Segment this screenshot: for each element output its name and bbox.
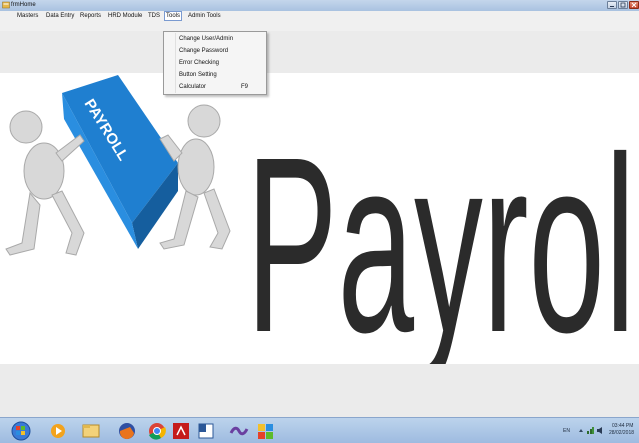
close-button[interactable] (629, 1, 639, 9)
menu-hrd-module[interactable]: HRD Module (107, 11, 143, 21)
menu-item-change-user-admin[interactable]: Change User/Admin (179, 33, 233, 45)
calculator-shortcut: F9 (241, 84, 249, 90)
clock-time[interactable]: 03:44 PM (612, 423, 633, 429)
menu-tds[interactable]: TDS (147, 11, 161, 21)
window-title: frmHome (11, 2, 36, 8)
menu-data-entry[interactable]: Data Entry (45, 11, 75, 21)
network-icon[interactable] (587, 427, 594, 434)
menu-separator-gutter (175, 33, 176, 93)
firefox-icon[interactable] (116, 421, 138, 441)
menu-item-button-setting[interactable]: Button Setting (179, 69, 217, 81)
menu-item-change-password[interactable]: Change Password (179, 45, 228, 57)
minimize-button[interactable] (607, 1, 617, 9)
title-bar: frmHome (0, 0, 639, 11)
tools-dropdown-menu: Change User/Admin Change Password Error … (163, 31, 267, 95)
taskbar: EN 03:44 PM 28/02/2018 (0, 417, 639, 443)
payroll-banner: PAYROLL Payroll (5, 75, 639, 364)
word-icon[interactable] (195, 421, 217, 441)
close-icon (631, 2, 637, 8)
menu-item-error-checking[interactable]: Error Checking (179, 57, 219, 69)
menu-reports[interactable]: Reports (79, 11, 102, 21)
show-hidden-icons-icon[interactable] (578, 428, 584, 434)
visual-studio-icon[interactable] (228, 421, 250, 441)
volume-icon[interactable] (597, 427, 604, 434)
paint-icon[interactable] (255, 421, 277, 441)
maximize-button[interactable] (618, 1, 628, 9)
menu-tools[interactable]: Tools (164, 11, 183, 21)
clock-date[interactable]: 28/02/2018 (609, 430, 634, 436)
menu-masters[interactable]: Masters (16, 11, 39, 21)
language-indicator[interactable]: EN (563, 428, 570, 434)
media-player-icon[interactable] (47, 421, 69, 441)
start-orb-icon[interactable] (10, 421, 32, 441)
menu-admin-tools[interactable]: Admin Tools (187, 11, 222, 21)
payroll-title: Payroll (246, 105, 639, 364)
file-explorer-icon[interactable] (80, 421, 102, 441)
minimize-icon (610, 6, 614, 7)
app-form-icon (2, 1, 10, 9)
menu-item-calculator[interactable]: Calculator (179, 81, 206, 93)
maximize-icon (620, 2, 626, 8)
payroll-box-image: PAYROLL (62, 75, 178, 249)
chrome-icon[interactable] (146, 421, 168, 441)
pdf-reader-icon[interactable] (170, 421, 192, 441)
